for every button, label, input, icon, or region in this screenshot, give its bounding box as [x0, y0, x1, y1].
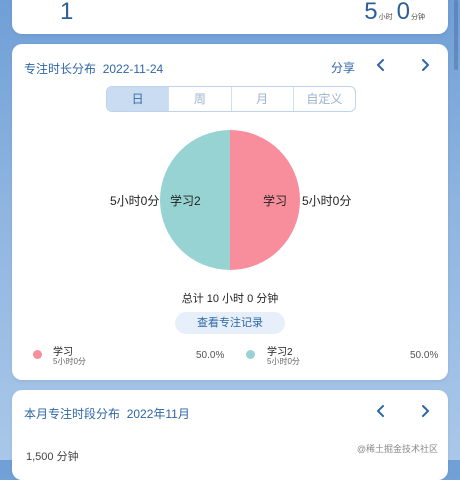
legend-dot-study	[33, 350, 42, 359]
watermark: @稀土掘金技术社区	[356, 444, 438, 454]
view-records-button[interactable]: 查看专注记录	[175, 312, 285, 334]
next-arrow-icon[interactable]	[418, 58, 432, 72]
prev-arrow-icon[interactable]	[374, 58, 388, 72]
tab-custom[interactable]: 自定义	[292, 87, 355, 111]
tab-week[interactable]: 周	[168, 87, 230, 111]
minutes-unit: 分钟	[411, 14, 425, 21]
legend-sub-study: 5小时0分	[53, 357, 86, 366]
total-duration: 总计 10 小时 0 分钟	[181, 293, 279, 305]
card-date: 2022-11-24	[102, 62, 164, 76]
slice-label-study2-name: 学习2	[170, 194, 201, 208]
slice-label-study-duration: 5小时0分	[302, 194, 352, 208]
summary-card: 1 5 小时 0 分钟	[12, 0, 448, 34]
legend-sub-study2: 5小时0分	[267, 357, 300, 366]
focus-count-value: 1	[60, 0, 74, 25]
legend-pct-study: 50.0%	[196, 350, 225, 361]
share-button[interactable]: 分享	[331, 59, 355, 76]
minutes-value: 0	[396, 0, 410, 25]
page-scrollbar[interactable]	[454, 0, 458, 70]
focus-duration-value: 5 小时 0 分钟	[364, 0, 428, 26]
legend-dot-study2	[246, 350, 255, 359]
monthly-prev-arrow-icon[interactable]	[374, 404, 388, 418]
monthly-distribution-card: 本月专注时段分布 2022年11月 1,500 分钟 @稀土掘金技术社区	[12, 390, 448, 480]
monthly-title: 本月专注时段分布 2022年11月	[24, 405, 190, 422]
card-title-text: 专注时长分布	[24, 62, 97, 76]
period-tabs: 日 周 月 自定义	[106, 86, 356, 112]
hours-value: 5	[364, 0, 378, 25]
tab-month[interactable]: 月	[230, 87, 293, 111]
monthly-month: 2022年11月	[126, 407, 190, 421]
duration-distribution-card: 专注时长分布 2022-11-24 分享 日 周 月 自定义 学习 5小时0分 …	[12, 44, 448, 380]
hours-unit: 小时	[378, 14, 393, 21]
slice-label-study-name: 学习	[263, 194, 288, 208]
tab-day[interactable]: 日	[107, 87, 169, 111]
legend-pct-study2: 50.0%	[410, 350, 439, 361]
card-title: 专注时长分布 2022-11-24	[24, 60, 163, 77]
slice-label-study2-duration: 5小时0分	[110, 194, 160, 208]
monthly-next-arrow-icon[interactable]	[418, 404, 432, 418]
monthly-title-text: 本月专注时段分布	[24, 407, 121, 421]
monthly-axis-value: 1,500 分钟	[26, 451, 79, 463]
